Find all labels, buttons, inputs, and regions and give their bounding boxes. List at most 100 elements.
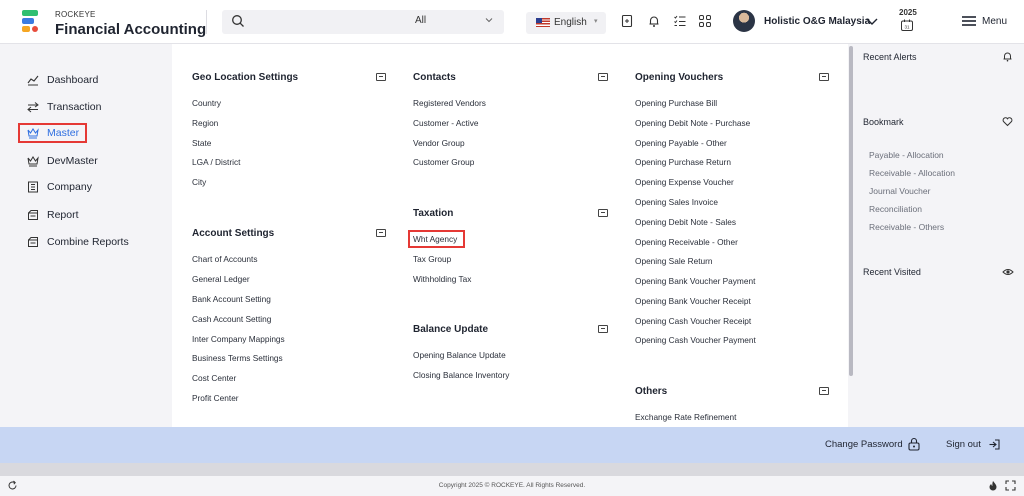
bookmark-item[interactable]: Journal Voucher <box>869 186 930 196</box>
copyright-text: Copyright 2025 © ROCKEYE. All Rights Res… <box>438 482 586 489</box>
section-title-opening-vouchers: Opening Vouchers <box>635 72 724 83</box>
menu-link-region[interactable]: Region <box>192 118 218 128</box>
search-scope-select[interactable]: All <box>405 10 504 34</box>
folder-icon[interactable] <box>376 229 386 237</box>
sidebar-item-transaction[interactable]: Transaction <box>18 97 107 117</box>
logout-icon[interactable] <box>988 438 1001 451</box>
menu-link-opening-expense-voucher[interactable]: Opening Expense Voucher <box>635 177 734 187</box>
folder-icon[interactable] <box>819 73 829 81</box>
sign-out-link[interactable]: Sign out <box>946 439 981 450</box>
menu-link-opening-debit-note-purchase[interactable]: Opening Debit Note - Purchase <box>635 118 750 128</box>
menu-link-opening-bank-voucher-payment[interactable]: Opening Bank Voucher Payment <box>635 276 755 286</box>
search-scope-value: All <box>415 15 427 26</box>
apps-grid-icon[interactable] <box>698 14 712 28</box>
menu-link-exchange-rate-refinement[interactable]: Exchange Rate Refinement <box>635 412 736 422</box>
sidebar-item-master[interactable]: Master <box>18 123 88 143</box>
scrollbar-thumb[interactable] <box>849 46 853 376</box>
menu-link-tax-group[interactable]: Tax Group <box>413 254 451 264</box>
menu-link-customer-active[interactable]: Customer - Active <box>413 118 478 128</box>
rockeye-logo[interactable] <box>22 10 42 36</box>
folder-icon[interactable] <box>598 325 608 333</box>
folder-icon[interactable] <box>376 73 386 81</box>
lock-icon[interactable] <box>907 437 921 451</box>
menu-link-opening-balance-update[interactable]: Opening Balance Update <box>413 350 506 360</box>
menu-link-opening-bank-voucher-receipt[interactable]: Opening Bank Voucher Receipt <box>635 296 751 306</box>
caret-down-icon: ▾ <box>594 18 598 25</box>
avatar[interactable] <box>733 10 755 32</box>
menu-link-cost-center[interactable]: Cost Center <box>192 373 236 383</box>
bookmark-icon[interactable] <box>620 14 634 28</box>
hamburger-icon[interactable] <box>961 14 977 28</box>
chart-line-icon <box>27 75 39 86</box>
menu-link-opening-purchase-return[interactable]: Opening Purchase Return <box>635 157 731 167</box>
menu-link-cash-account-setting[interactable]: Cash Account Setting <box>192 314 271 324</box>
bell-icon[interactable] <box>1002 51 1013 62</box>
top-header: ROCKEYE Financial Accounting All English… <box>0 0 1024 44</box>
sidebar-item-combine-reports[interactable]: Combine Reports <box>18 232 135 252</box>
menu-link-state[interactable]: State <box>192 138 211 148</box>
bookmark-title: Bookmark <box>863 117 904 127</box>
eye-icon[interactable] <box>1002 267 1014 277</box>
calendar-icon: 31 <box>901 19 913 31</box>
header-divider <box>206 10 207 34</box>
folder-icon[interactable] <box>598 209 608 217</box>
folder-icon[interactable] <box>598 73 608 81</box>
svg-text:31: 31 <box>904 25 910 30</box>
menu-link-city[interactable]: City <box>192 177 206 187</box>
folder-icon[interactable] <box>819 387 829 395</box>
us-flag-icon <box>536 18 550 27</box>
heart-icon[interactable] <box>1002 116 1013 127</box>
menu-link-inter-company-mappings[interactable]: Inter Company Mappings <box>192 334 285 344</box>
menu-link-wht-agency[interactable]: Wht Agency <box>408 230 466 248</box>
chevron-down-icon[interactable] <box>865 14 879 28</box>
menu-link-opening-receivable-other[interactable]: Opening Receivable - Other <box>635 237 738 247</box>
sidebar-item-label: Report <box>47 209 79 221</box>
app-title: Financial Accounting <box>55 21 207 38</box>
bookmark-item[interactable]: Reconciliation <box>869 204 922 214</box>
bookmark-item[interactable]: Receivable - Allocation <box>869 168 955 178</box>
bell-icon[interactable] <box>647 14 661 28</box>
flame-icon[interactable] <box>988 480 998 491</box>
menu-link-country[interactable]: Country <box>192 98 221 108</box>
language-value: English <box>554 17 587 28</box>
bookmark-item[interactable]: Receivable - Others <box>869 222 944 232</box>
menu-link-chart-of-accounts[interactable]: Chart of Accounts <box>192 254 258 264</box>
menu-link-opening-sale-return[interactable]: Opening Sale Return <box>635 256 713 266</box>
bookmark-item[interactable]: Payable - Allocation <box>869 150 944 160</box>
change-password-link[interactable]: Change Password <box>825 439 903 450</box>
menu-link-customer-group[interactable]: Customer Group <box>413 157 474 167</box>
menu-link-opening-debit-note-sales[interactable]: Opening Debit Note - Sales <box>635 217 736 227</box>
menu-link-profit-center[interactable]: Profit Center <box>192 393 239 403</box>
menu-link-general-ledger[interactable]: General Ledger <box>192 274 250 284</box>
menu-link-opening-payable-other[interactable]: Opening Payable - Other <box>635 138 727 148</box>
menu-link-opening-purchase-bill[interactable]: Opening Purchase Bill <box>635 98 717 108</box>
fullscreen-icon[interactable] <box>1005 480 1016 491</box>
user-name[interactable]: Holistic O&G Malaysia <box>764 16 870 27</box>
menu-link-vendor-group[interactable]: Vendor Group <box>413 138 465 148</box>
checklist-icon[interactable] <box>673 14 687 28</box>
recent-alerts-title: Recent Alerts <box>863 52 917 62</box>
sidebar-item-label: Transaction <box>47 101 102 113</box>
horizontal-scrollbar[interactable] <box>0 463 1024 476</box>
menu-link-opening-cash-voucher-payment[interactable]: Opening Cash Voucher Payment <box>635 335 756 345</box>
section-title-account-settings: Account Settings <box>192 228 275 239</box>
report-icon <box>28 210 38 220</box>
menu-link-closing-balance-inventory[interactable]: Closing Balance Inventory <box>413 370 509 380</box>
menu-link-opening-sales-invoice[interactable]: Opening Sales Invoice <box>635 197 718 207</box>
section-title-others: Others <box>635 386 668 397</box>
menu-link-registered-vendors[interactable]: Registered Vendors <box>413 98 486 108</box>
menu-link-bank-account-setting[interactable]: Bank Account Setting <box>192 294 271 304</box>
menu-button[interactable]: Menu <box>982 16 1007 27</box>
sidebar-item-company[interactable]: Company <box>18 177 98 197</box>
menu-link-withholding-tax[interactable]: Withholding Tax <box>413 274 471 284</box>
crown-icon <box>27 156 39 167</box>
sidebar-item-devmaster[interactable]: DevMaster <box>18 151 104 171</box>
sidebar-item-dashboard[interactable]: Dashboard <box>18 70 104 90</box>
sidebar-item-report[interactable]: Report <box>18 205 85 225</box>
fiscal-year-selector[interactable]: 2025 31 <box>896 8 920 36</box>
menu-link-business-terms-settings[interactable]: Business Terms Settings <box>192 353 283 363</box>
menu-link-opening-cash-voucher-receipt[interactable]: Opening Cash Voucher Receipt <box>635 316 751 326</box>
sidebar-item-label: Dashboard <box>47 74 99 86</box>
menu-link-lga-district[interactable]: LGA / District <box>192 157 240 167</box>
language-select[interactable]: English ▾ <box>526 12 606 34</box>
